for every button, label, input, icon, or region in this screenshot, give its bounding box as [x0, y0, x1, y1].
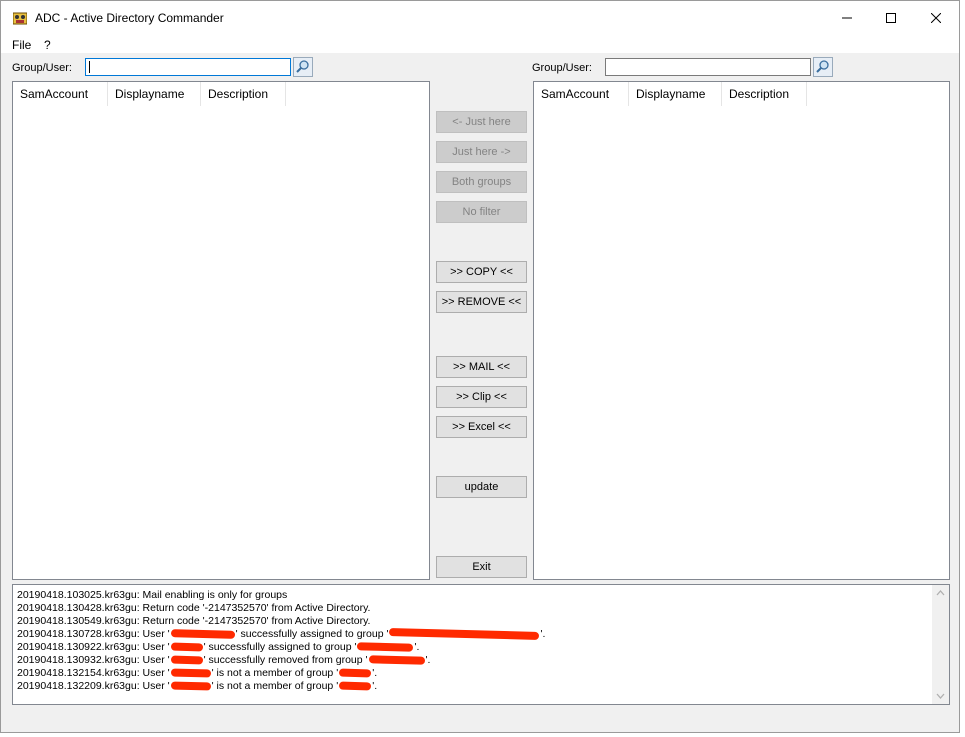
- right-search-button[interactable]: [813, 57, 833, 77]
- no-filter-button[interactable]: No filter: [436, 201, 527, 223]
- close-icon: [931, 13, 941, 23]
- log-text: '.: [372, 680, 378, 692]
- text-caret: [89, 61, 90, 73]
- menu-file[interactable]: File: [12, 38, 31, 52]
- log-text: '.: [540, 628, 546, 640]
- left-col-displayname[interactable]: Displayname: [108, 82, 201, 106]
- log-text: 20190418.130932.kr63gu: User ': [17, 654, 170, 666]
- log-text: 20190418.130549.kr63gu: Return code '-21…: [17, 615, 371, 627]
- log-text: ' is not a member of group ': [211, 667, 339, 679]
- right-group-user-label: Group/User:: [532, 62, 592, 74]
- just-here-left-button[interactable]: <- Just here: [436, 111, 527, 133]
- minimize-button[interactable]: [824, 1, 870, 35]
- excel-button[interactable]: >> Excel <<: [436, 416, 527, 438]
- search-icon: [816, 60, 829, 73]
- title-bar[interactable]: ADC - Active Directory Commander: [1, 1, 959, 35]
- log-scrollbar[interactable]: [932, 585, 949, 704]
- log-text: '.: [425, 654, 431, 666]
- redaction-mark: [389, 628, 540, 641]
- redaction-mark: [170, 655, 203, 665]
- log-line: 20190418.130428.kr63gu: Return code '-21…: [17, 602, 370, 615]
- left-col-description[interactable]: Description: [201, 82, 286, 106]
- left-group-user-input[interactable]: [85, 58, 291, 76]
- log-line: 20190418.130932.kr63gu: User ' ' successf…: [17, 654, 430, 667]
- mail-button[interactable]: >> MAIL <<: [436, 356, 527, 378]
- right-col-displayname[interactable]: Displayname: [629, 82, 722, 106]
- redaction-mark: [339, 681, 372, 691]
- left-col-samaccount[interactable]: SamAccount: [13, 82, 108, 106]
- log-text: '.: [372, 667, 378, 679]
- log-text: '.: [414, 641, 420, 653]
- search-icon: [296, 60, 309, 73]
- redaction-mark: [368, 655, 425, 665]
- right-col-samaccount[interactable]: SamAccount: [534, 82, 629, 106]
- right-member-list[interactable]: SamAccount Displayname Description: [533, 81, 950, 580]
- log-text: 20190418.103025.kr63gu: Mail enabling is…: [17, 589, 288, 601]
- scroll-down-icon[interactable]: [932, 687, 949, 704]
- copy-button[interactable]: >> COPY <<: [436, 261, 527, 283]
- log-text: ' successfully assigned to group ': [203, 641, 357, 653]
- right-group-user-input[interactable]: [605, 58, 811, 76]
- exit-button[interactable]: Exit: [436, 556, 527, 578]
- log-text: ' successfully removed from group ': [203, 654, 368, 666]
- window-title: ADC - Active Directory Commander: [35, 11, 224, 25]
- log-line: 20190418.103025.kr63gu: Mail enabling is…: [17, 589, 287, 602]
- left-group-user-label: Group/User:: [12, 62, 72, 74]
- log-line: 20190418.130728.kr63gu: User ' ' successf…: [17, 628, 545, 641]
- update-button[interactable]: update: [436, 476, 527, 498]
- redaction-mark: [170, 642, 203, 652]
- log-line: 20190418.130549.kr63gu: Return code '-21…: [17, 615, 370, 628]
- menu-help[interactable]: ?: [44, 38, 51, 52]
- left-search-button[interactable]: [293, 57, 313, 77]
- right-col-description[interactable]: Description: [722, 82, 807, 106]
- redaction-mark: [170, 629, 235, 640]
- minimize-icon: [842, 17, 852, 19]
- redaction-mark: [170, 668, 211, 678]
- log-text: 20190418.130922.kr63gu: User ': [17, 641, 170, 653]
- log-text: ' successfully assigned to group ': [235, 628, 389, 640]
- log-text: 20190418.132154.kr63gu: User ': [17, 667, 170, 679]
- maximize-icon: [886, 13, 896, 23]
- log-line: 20190418.132154.kr63gu: User ' ' is not a…: [17, 667, 377, 680]
- log-output[interactable]: 20190418.103025.kr63gu: Mail enabling is…: [12, 584, 950, 705]
- just-here-right-button[interactable]: Just here ->: [436, 141, 527, 163]
- redaction-mark: [339, 668, 372, 678]
- close-button[interactable]: [913, 1, 959, 35]
- maximize-button[interactable]: [868, 1, 914, 35]
- scroll-up-icon[interactable]: [932, 585, 949, 602]
- both-groups-button[interactable]: Both groups: [436, 171, 527, 193]
- redaction-mark: [357, 642, 414, 652]
- left-member-list[interactable]: SamAccount Displayname Description: [12, 81, 430, 580]
- log-text: 20190418.130728.kr63gu: User ': [17, 628, 170, 640]
- log-line: 20190418.132209.kr63gu: User ' ' is not a…: [17, 680, 377, 693]
- log-text: 20190418.130428.kr63gu: Return code '-21…: [17, 602, 371, 614]
- app-icon: [12, 12, 28, 25]
- log-text: ' is not a member of group ': [211, 680, 339, 692]
- log-line: 20190418.130922.kr63gu: User ' ' successf…: [17, 641, 419, 654]
- redaction-mark: [170, 681, 211, 691]
- clip-button[interactable]: >> Clip <<: [436, 386, 527, 408]
- log-text: 20190418.132209.kr63gu: User ': [17, 680, 170, 692]
- app-window: ADC - Active Directory Commander File ? …: [0, 0, 960, 733]
- remove-button[interactable]: >> REMOVE <<: [436, 291, 527, 313]
- menu-bar: File ?: [1, 35, 959, 53]
